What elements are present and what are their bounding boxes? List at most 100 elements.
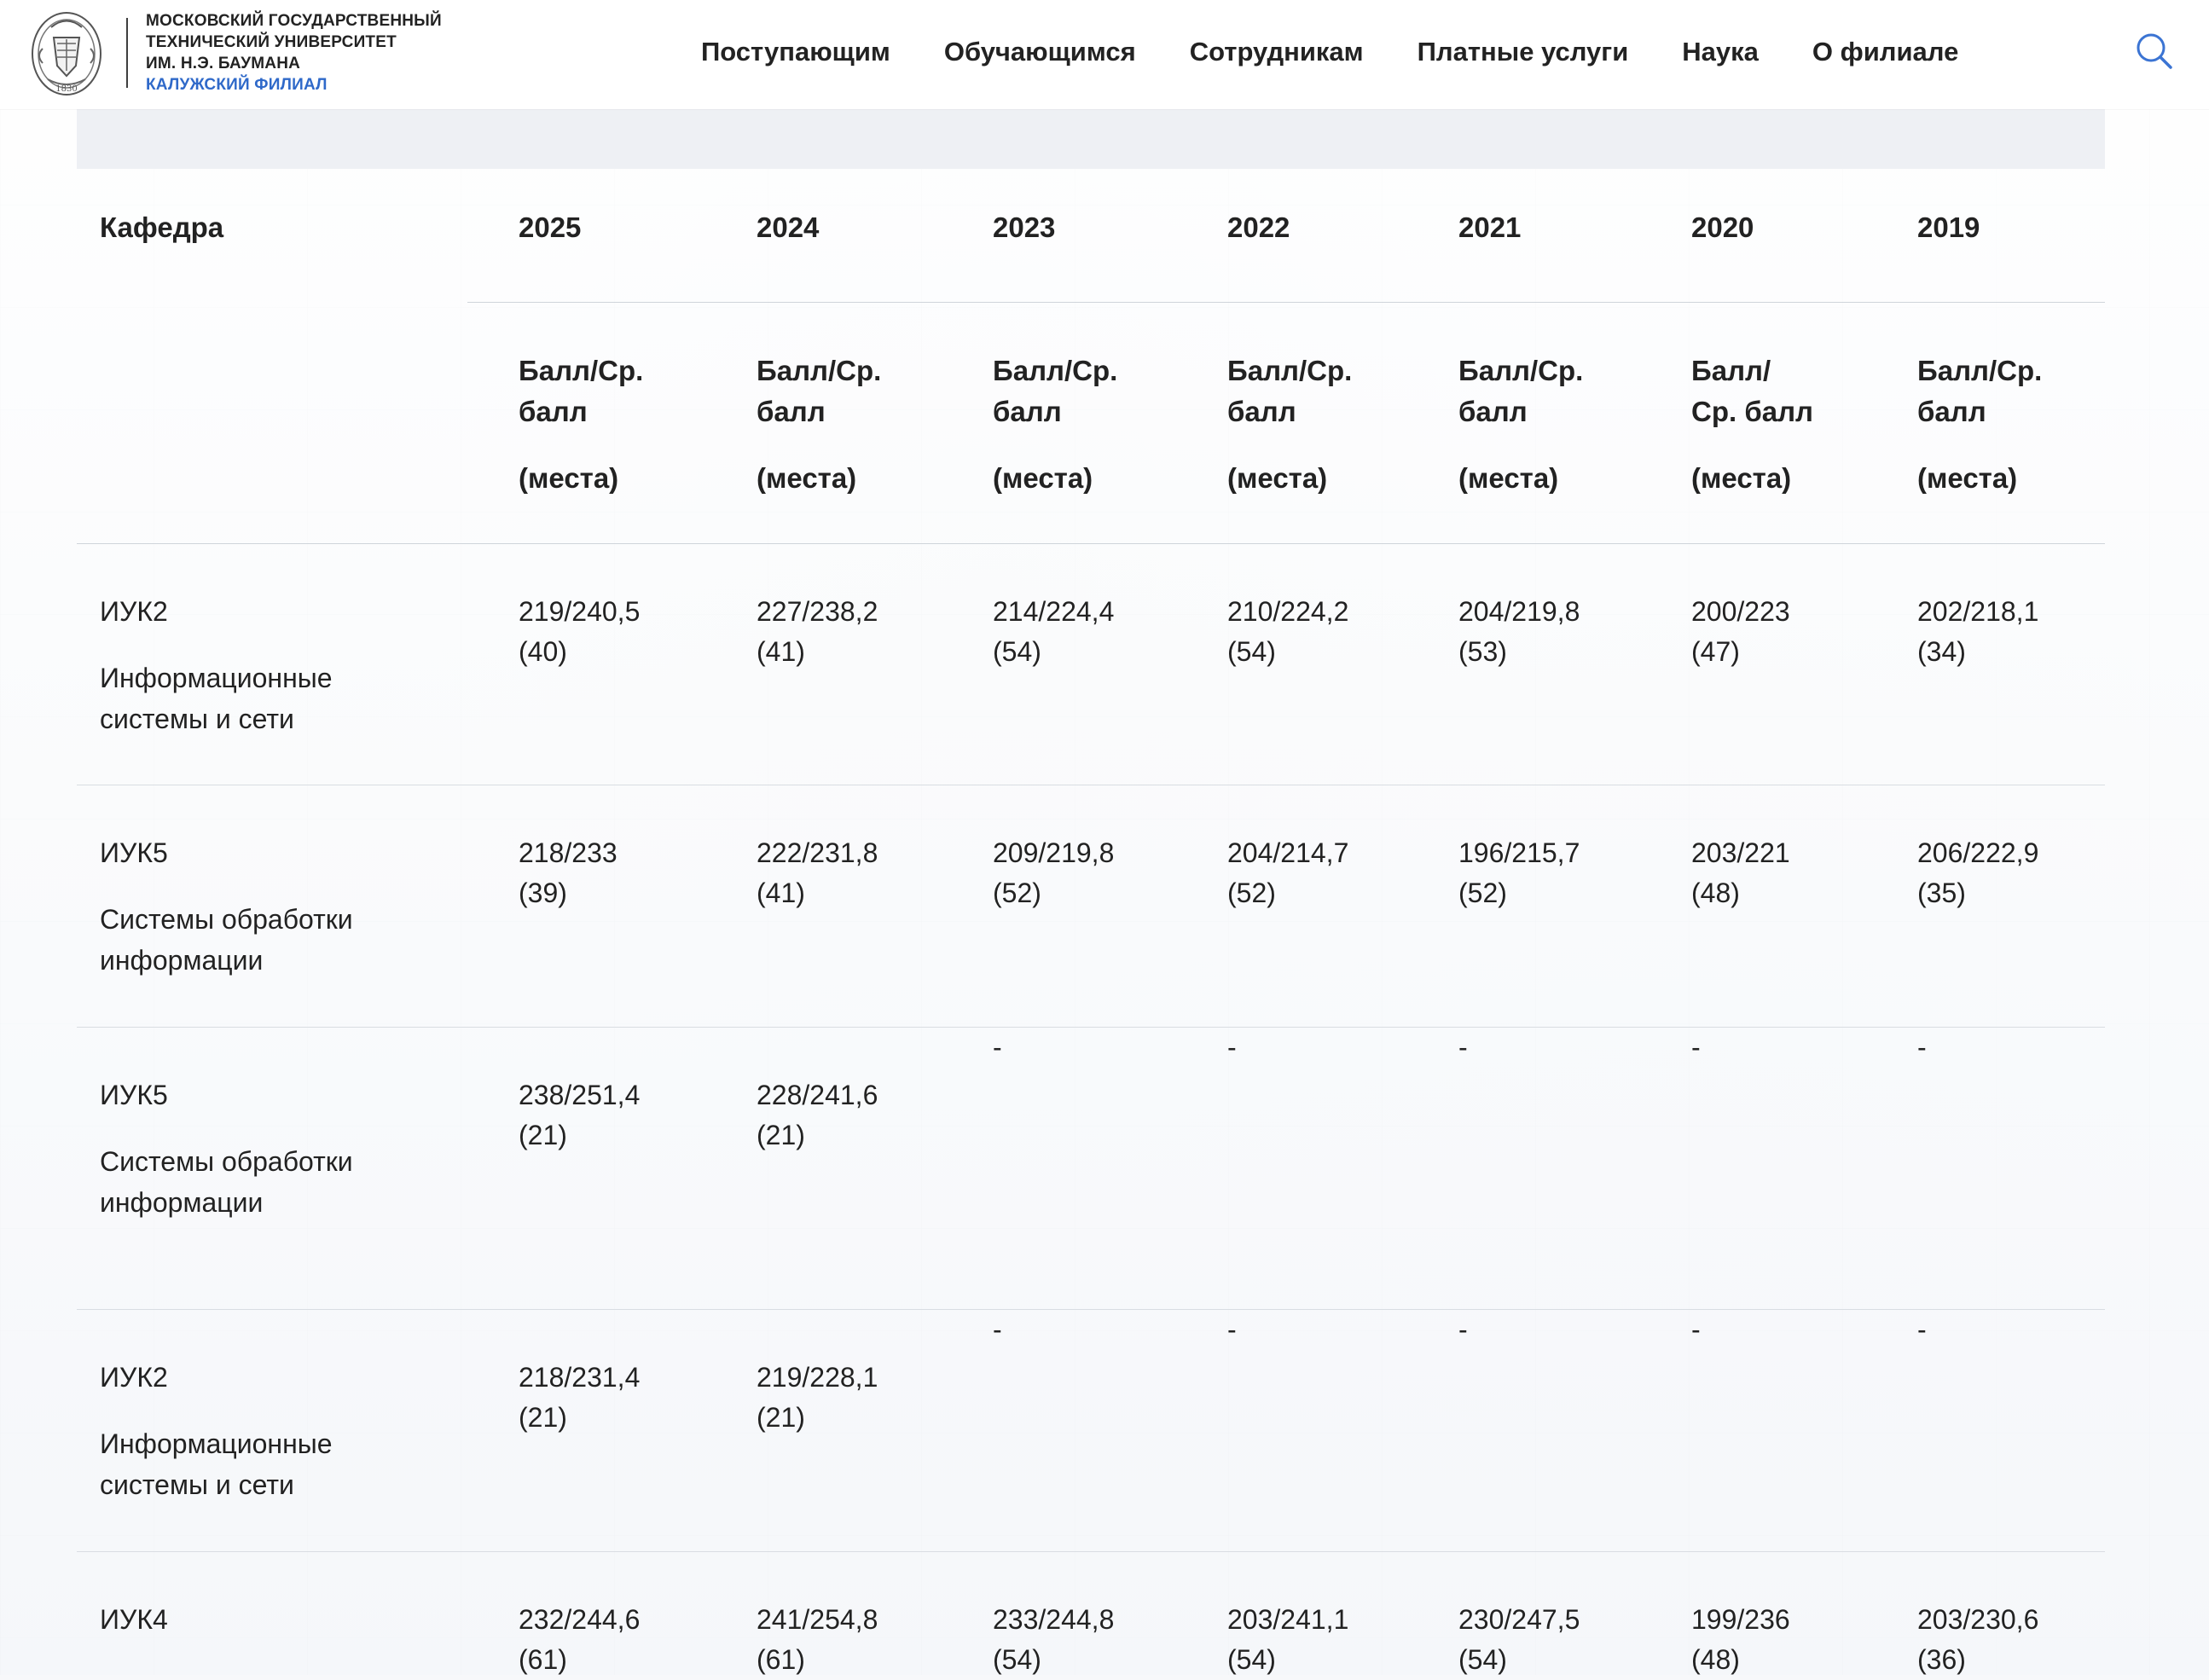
score-cell: 203/221 (48)	[1640, 785, 1866, 1028]
score-value: 232/244,6 (61)	[467, 1552, 705, 1680]
department-header-cell: Кафедра	[77, 169, 467, 303]
score-cell: 196/215,7 (52)	[1407, 785, 1640, 1028]
table-row: ИУК2 Информационные системы и сети 218/2…	[77, 1310, 2105, 1552]
subheader-line: (места)	[1458, 458, 1603, 499]
year-header-cell: 2024	[705, 169, 942, 303]
score-cell: 218/231,4 (21)	[467, 1310, 705, 1552]
score-cell: -	[1866, 1028, 2105, 1310]
nav-item-paid-services[interactable]: Платные услуги	[1418, 38, 1629, 65]
table-top-band	[77, 109, 2105, 169]
year-header: 2023	[942, 169, 1176, 244]
subheader-line: (места)	[993, 458, 1138, 499]
score-value: -	[1866, 1028, 1927, 1068]
brand-line-3: ИМ. Н.Э. БАУМАНА	[146, 53, 487, 74]
nav-item-staff[interactable]: Сотрудникам	[1190, 38, 1364, 65]
brand-title[interactable]: МОСКОВСКИЙ ГОСУДАРСТВЕННЫЙ ТЕХНИЧЕСКИЙ У…	[146, 10, 487, 96]
score-cell: 233/244,8 (54)	[942, 1552, 1176, 1680]
score-value: 230/247,5 (54)	[1407, 1552, 1640, 1680]
score-cell: 199/236 (48)	[1640, 1552, 1866, 1680]
score-value: 210/224,2 (54)	[1176, 544, 1407, 672]
score-cell: 214/224,4 (54)	[942, 544, 1176, 785]
nav-item-about-branch[interactable]: О филиале	[1812, 38, 1958, 65]
department-content: ИУК4	[77, 1552, 394, 1640]
score-value: 204/214,7 (52)	[1176, 785, 1407, 913]
score-cell: 200/223 (47)	[1640, 544, 1866, 785]
department-name: Информационные системы и сети	[100, 658, 394, 739]
score-value: 222/231,8 (41)	[705, 785, 942, 913]
score-value: -	[1640, 1028, 1701, 1068]
search-button[interactable]	[2134, 31, 2175, 72]
score-cell: 222/231,8 (41)	[705, 785, 942, 1028]
score-cell: 219/240,5 (40)	[467, 544, 705, 785]
subheader-spacer	[1691, 432, 1819, 458]
score-value: -	[1640, 1310, 1701, 1350]
svg-text:1830: 1830	[55, 84, 77, 94]
subheader-cell: Балл/Ср. балл (места)	[1866, 303, 2105, 544]
department-name: Системы обработки информации	[100, 899, 394, 981]
score-value: 202/218,1 (34)	[1866, 544, 2105, 672]
score-value: 238/251,4 (21)	[467, 1028, 705, 1156]
brand-line-1: МОСКОВСКИЙ ГОСУДАРСТВЕННЫЙ	[146, 10, 487, 32]
subheader-line: (места)	[1691, 458, 1819, 499]
subheader-cell: Балл/Ср. балл (места)	[467, 303, 705, 544]
score-cell: -	[942, 1028, 1176, 1310]
score-value: 214/224,4 (54)	[942, 544, 1176, 672]
score-value: 203/241,1 (54)	[1176, 1552, 1407, 1680]
main-nav: Поступающим Обучающимся Сотрудникам Плат…	[701, 32, 1958, 70]
score-cell: -	[1407, 1310, 1640, 1552]
subheader-line: (места)	[519, 458, 664, 499]
score-cell: 210/224,2 (54)	[1176, 544, 1407, 785]
department-name: Системы обработки информации	[100, 1141, 394, 1223]
brand-line-2: ТЕХНИЧЕСКИЙ УНИВЕРСИТЕТ	[146, 32, 487, 53]
score-cell: 209/219,8 (52)	[942, 785, 1176, 1028]
score-cell: 206/222,9 (35)	[1866, 785, 2105, 1028]
table-subheader-row: Балл/Ср. балл (места) Балл/Ср. балл (мес…	[77, 303, 2105, 544]
subheader-content: Балл/Ср. балл (места)	[942, 303, 1138, 499]
subheader-line: балл	[1227, 391, 1372, 432]
department-content: ИУК2 Информационные системы и сети	[77, 1310, 394, 1505]
brand-line-branch: КАЛУЖСКИЙ ФИЛИАЛ	[146, 74, 487, 96]
score-cell: 238/251,4 (21)	[467, 1028, 705, 1310]
subheader-line: (места)	[1227, 458, 1372, 499]
university-crest-icon: 1830	[27, 6, 106, 101]
year-header-cell: 2021	[1407, 169, 1640, 303]
logo-link[interactable]: 1830	[27, 6, 106, 101]
table-row: ИУК5 Системы обработки информации 238/25…	[77, 1028, 2105, 1310]
subheader-cell: Балл/Ср. балл (места)	[705, 303, 942, 544]
subheader-content: Балл/Ср. балл (места)	[467, 303, 664, 499]
year-header-cell: 2019	[1866, 169, 2105, 303]
score-cell: -	[942, 1310, 1176, 1552]
department-code: ИУК2	[100, 592, 394, 632]
table-row: ИУК4 232/244,6 (61) 241/254,8 (61) 233/2…	[77, 1552, 2105, 1680]
score-cell: -	[1407, 1028, 1640, 1310]
department-name: Информационные системы и сети	[100, 1423, 394, 1505]
score-value: -	[1407, 1310, 1468, 1350]
department-code: ИУК2	[100, 1358, 394, 1398]
score-value: 218/231,4 (21)	[467, 1310, 705, 1438]
score-value: 203/230,6 (36)	[1866, 1552, 2105, 1680]
nav-item-science[interactable]: Наука	[1682, 38, 1759, 65]
nav-item-applicants[interactable]: Поступающим	[701, 38, 890, 65]
subheader-spacer	[1917, 432, 2062, 458]
department-code: ИУК4	[100, 1600, 394, 1640]
table-row: ИУК2 Информационные системы и сети 219/2…	[77, 544, 2105, 785]
subheader-content: Балл/Ср. балл (места)	[1176, 303, 1372, 499]
subheader-line: Балл/Ср.	[1917, 350, 2062, 391]
department-cell: ИУК4	[77, 1552, 467, 1680]
score-cell: -	[1176, 1028, 1407, 1310]
nav-item-students[interactable]: Обучающимся	[944, 38, 1136, 65]
subheader-empty-cell	[77, 303, 467, 544]
subheader-line: балл	[519, 391, 664, 432]
subheader-cell: Балл/Ср. балл (места)	[1176, 303, 1407, 544]
year-header-cell: 2022	[1176, 169, 1407, 303]
score-value: 228/241,6 (21)	[705, 1028, 942, 1156]
search-icon	[2134, 31, 2175, 72]
score-value: 199/236 (48)	[1640, 1552, 1866, 1680]
score-cell: 232/244,6 (61)	[467, 1552, 705, 1680]
department-header: Кафедра	[77, 169, 467, 244]
subheader-line: Ср. балл	[1691, 391, 1819, 432]
score-value: 241/254,8 (61)	[705, 1552, 942, 1680]
score-value: 206/222,9 (35)	[1866, 785, 2105, 913]
table-row: ИУК5 Системы обработки информации 218/23…	[77, 785, 2105, 1028]
score-value: 218/233 (39)	[467, 785, 705, 913]
